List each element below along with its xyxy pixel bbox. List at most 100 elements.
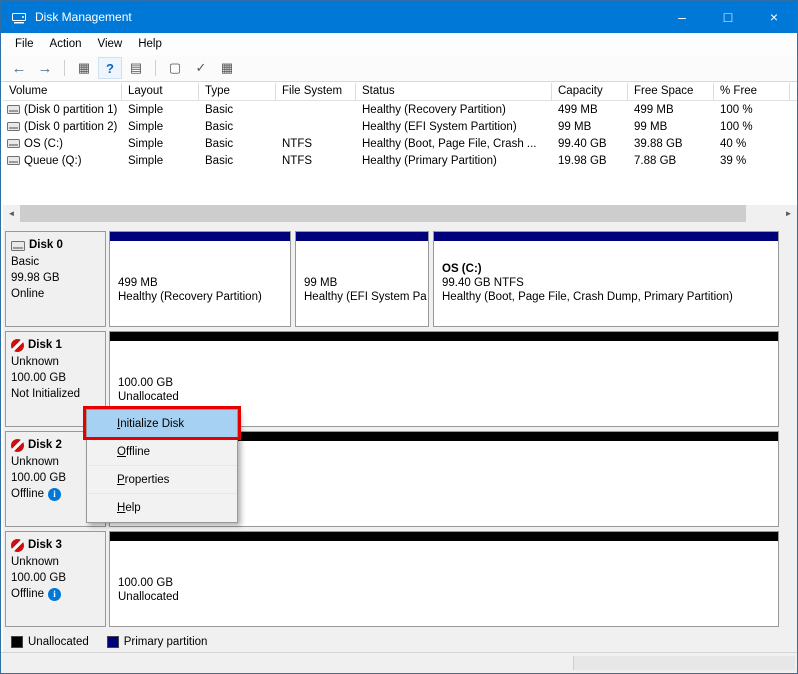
volume-name: Queue (Q:) xyxy=(24,155,82,167)
volume-icon xyxy=(7,104,20,115)
cell-status: Healthy (EFI System Partition) xyxy=(356,121,552,133)
cell-type: Basic xyxy=(199,155,276,167)
volume-list: Volume Layout Type File System Status Ca… xyxy=(3,83,797,205)
unallocated-swatch xyxy=(11,636,23,648)
menu-action[interactable]: Action xyxy=(42,35,90,53)
cell-type: Basic xyxy=(199,138,276,150)
disk0-label-panel[interactable]: Disk 0 Basic 99.98 GB Online xyxy=(5,231,106,327)
column-status[interactable]: Status xyxy=(356,83,552,100)
maximize-button[interactable]: □ xyxy=(705,1,751,33)
disk-name: Disk 0 xyxy=(29,237,63,254)
menu-view[interactable]: View xyxy=(90,35,131,53)
disk-state: Offline xyxy=(11,486,44,502)
cell-layout: Simple xyxy=(122,121,199,133)
toolbar: ← → ▦ ? ▤ ▢ ✓ ▦ xyxy=(1,55,797,82)
primary-partition-strip xyxy=(296,232,428,241)
cell-status: Healthy (Recovery Partition) xyxy=(356,104,552,116)
column-volume[interactable]: Volume xyxy=(3,83,122,100)
partition-size: 99.40 GB NTFS xyxy=(442,276,733,290)
minimize-button[interactable]: – xyxy=(659,1,705,33)
menu-item-offline[interactable]: Offline xyxy=(87,438,237,466)
toolbar-separator xyxy=(64,60,65,76)
menu-item-properties[interactable]: Properties xyxy=(87,466,237,494)
titlebar[interactable]: Disk Management – □ × xyxy=(1,1,797,33)
context-menu: Initialize Disk Offline Properties Help xyxy=(86,409,238,523)
console-tree-icon[interactable]: ▦ xyxy=(72,57,96,79)
scroll-left-icon[interactable]: ◄ xyxy=(3,205,20,222)
menu-item-initialize-disk[interactable]: Initialize Disk xyxy=(87,410,237,438)
disk-state: Not Initialized xyxy=(11,386,100,402)
primary-partition-strip xyxy=(110,232,290,241)
cell-status: Healthy (Primary Partition) xyxy=(356,155,552,167)
offline-disk-icon xyxy=(11,539,24,552)
window-controls: – □ × xyxy=(659,1,797,33)
disk0-partition-recovery[interactable]: 499 MB Healthy (Recovery Partition) xyxy=(109,231,291,327)
horizontal-scrollbar[interactable]: ◄ ► xyxy=(3,205,797,222)
info-icon[interactable]: i xyxy=(48,488,61,501)
forward-icon[interactable]: → xyxy=(33,57,57,79)
disk-kind: Unknown xyxy=(11,354,100,370)
cell-free-space: 499 MB xyxy=(628,104,714,116)
disk0-partition-os[interactable]: OS (C:) 99.40 GB NTFS Healthy (Boot, Pag… xyxy=(433,231,779,327)
table-row[interactable]: (Disk 0 partition 2) Simple Basic Health… xyxy=(3,118,797,135)
statusbar-right-pane xyxy=(573,656,795,670)
scrollbar-thumb[interactable] xyxy=(20,205,746,222)
info-icon[interactable]: i xyxy=(48,588,61,601)
disk3-label-panel[interactable]: Disk 3 Unknown 100.00 GB Offline i xyxy=(5,531,106,627)
export-list-icon[interactable]: ▤ xyxy=(124,57,148,79)
cell-free-space: 7.88 GB xyxy=(628,155,714,167)
disk-management-window: Disk Management – □ × File Action View H… xyxy=(0,0,798,674)
table-row[interactable]: OS (C:) Simple Basic NTFS Healthy (Boot,… xyxy=(3,135,797,152)
volume-name: (Disk 0 partition 1) xyxy=(24,104,117,116)
help-icon[interactable]: ? xyxy=(98,57,122,79)
check-icon[interactable]: ✓ xyxy=(189,57,213,79)
volume-list-header: Volume Layout Type File System Status Ca… xyxy=(3,83,797,101)
menu-item-help[interactable]: Help xyxy=(87,494,237,522)
volume-icon xyxy=(7,138,20,149)
column-pct-free[interactable]: % Free xyxy=(714,83,790,100)
disk0-partition-efi[interactable]: 99 MB Healthy (EFI System Pa xyxy=(295,231,429,327)
column-layout[interactable]: Layout xyxy=(122,83,199,100)
toolbar-separator xyxy=(155,60,156,76)
column-capacity[interactable]: Capacity xyxy=(552,83,628,100)
partition-status: Healthy (EFI System Pa xyxy=(304,290,427,304)
partition-status: Healthy (Boot, Page File, Crash Dump, Pr… xyxy=(442,290,733,304)
legend-primary-label: Primary partition xyxy=(124,636,208,648)
app-icon xyxy=(11,9,27,25)
disk-size: 100.00 GB xyxy=(11,570,100,586)
cell-layout: Simple xyxy=(122,155,199,167)
close-button[interactable]: × xyxy=(751,1,797,33)
disk-kind: Basic xyxy=(11,254,100,270)
column-free-space[interactable]: Free Space xyxy=(628,83,714,100)
disk-size: 100.00 GB xyxy=(11,370,100,386)
disk-size: 99.98 GB xyxy=(11,270,100,286)
cell-status: Healthy (Boot, Page File, Crash ... xyxy=(356,138,552,150)
table-row[interactable]: (Disk 0 partition 1) Simple Basic Health… xyxy=(3,101,797,118)
action-pane-icon[interactable]: ▢ xyxy=(163,57,187,79)
disk3-unallocated-region[interactable]: 100.00 GB Unallocated xyxy=(109,531,779,627)
cell-pct-free: 100 % xyxy=(714,104,790,116)
disk-row-0: Disk 0 Basic 99.98 GB Online 499 MB Heal… xyxy=(5,231,783,327)
column-file-system[interactable]: File System xyxy=(276,83,356,100)
back-icon[interactable]: ← xyxy=(7,57,31,79)
cell-capacity: 19.98 GB xyxy=(552,155,628,167)
partition-status: Unallocated xyxy=(118,390,179,404)
primary-partition-swatch xyxy=(107,636,119,648)
partition-status: Healthy (Recovery Partition) xyxy=(118,290,262,304)
disk-name: Disk 2 xyxy=(28,437,62,454)
primary-partition-strip xyxy=(434,232,778,241)
scroll-right-icon[interactable]: ► xyxy=(780,205,797,222)
volume-icon xyxy=(7,155,20,166)
disk-state: Offline xyxy=(11,586,44,602)
menu-help[interactable]: Help xyxy=(130,35,170,53)
cell-type: Basic xyxy=(199,104,276,116)
partition-size: 100.00 GB xyxy=(118,576,179,590)
table-row[interactable]: Queue (Q:) Simple Basic NTFS Healthy (Pr… xyxy=(3,152,797,169)
partition-size: 499 MB xyxy=(118,276,262,290)
grid-icon[interactable]: ▦ xyxy=(215,57,239,79)
cell-pct-free: 100 % xyxy=(714,121,790,133)
column-type[interactable]: Type xyxy=(199,83,276,100)
cell-pct-free: 39 % xyxy=(714,155,790,167)
cell-capacity: 499 MB xyxy=(552,104,628,116)
menu-file[interactable]: File xyxy=(7,35,42,53)
